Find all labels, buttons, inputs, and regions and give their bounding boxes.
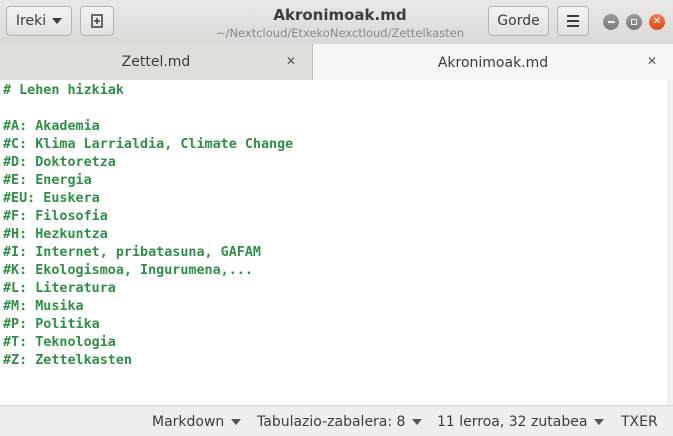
editor-line: #L: Literatura: [3, 281, 116, 296]
minimize-icon: [607, 21, 615, 23]
tab-bar: Zettel.md ✕ Akronimoak.md ✕: [0, 44, 673, 81]
new-document-button[interactable]: [80, 6, 114, 36]
tab-akronimoak[interactable]: Akronimoak.md ✕: [313, 44, 673, 81]
editor-line: #I: Internet, pribatasuna, GAFAM: [3, 245, 261, 260]
status-bar: Markdown Tabulazio-zabalera: 8 11 lerroa…: [0, 405, 673, 436]
editor-line: #F: Filosofia: [3, 209, 108, 224]
vertical-scrollbar[interactable]: [667, 80, 673, 405]
cursor-position-selector[interactable]: 11 lerroa, 32 zutabea: [437, 414, 605, 430]
close-icon: ✕: [652, 16, 662, 27]
window-title: Akronimoak.md: [273, 6, 407, 24]
tab-label: Akronimoak.md: [437, 54, 549, 71]
language-selector[interactable]: Markdown: [152, 414, 242, 430]
editor-line: #D: Doktoretza: [3, 155, 116, 170]
close-icon[interactable]: ✕: [286, 54, 296, 68]
insert-mode-indicator[interactable]: TXER: [621, 414, 658, 430]
tab-label: Zettel.md: [121, 54, 191, 70]
maximize-icon: [631, 19, 637, 25]
insert-mode-label: TXER: [621, 414, 658, 430]
chevron-down-icon: [231, 419, 242, 425]
open-button-label: Ireki: [15, 13, 47, 29]
new-document-icon: [91, 14, 103, 28]
editor-line: #C: Klima Larrialdia, Climate Change: [3, 137, 294, 152]
open-button[interactable]: Ireki: [6, 6, 72, 36]
close-window-button[interactable]: ✕: [649, 14, 665, 30]
editor-line: #K: Ekologismoa, Ingurumena,...: [3, 263, 253, 278]
window-subtitle: ~/Nextcloud/EtxekoNexctloud/Zettelkasten: [215, 26, 465, 40]
editor-line: #M: Musika: [3, 299, 84, 314]
chevron-down-icon: [412, 419, 423, 425]
tab-width-selector[interactable]: Tabulazio-zabalera: 8: [257, 414, 423, 430]
language-label: Markdown: [152, 414, 225, 430]
hamburger-icon: [567, 15, 579, 27]
maximize-button[interactable]: [626, 14, 642, 30]
header-bar: Ireki Akronimoak.md ~/Nextcloud/EtxekoNe…: [0, 0, 673, 45]
tab-width-label: Tabulazio-zabalera: 8: [257, 414, 406, 430]
editor-line: #T: Teknologia: [3, 335, 116, 350]
editor-lines: # Lehen hizkiak #A: Akademia #C: Klima L…: [3, 82, 293, 370]
text-editor[interactable]: # Lehen hizkiak #A: Akademia #C: Klima L…: [0, 80, 667, 405]
editor-line: #Z: Zettelkasten: [3, 353, 132, 368]
editor-line: #H: Hezkuntza: [3, 227, 108, 242]
close-icon[interactable]: ✕: [647, 54, 657, 68]
chevron-down-icon: [52, 18, 63, 24]
editor-line: #EU: Euskera: [3, 191, 100, 206]
menu-button[interactable]: [557, 6, 589, 36]
save-button[interactable]: Gorde: [488, 6, 549, 36]
title-block: Akronimoak.md ~/Nextcloud/EtxekoNexctlou…: [180, 6, 500, 40]
cursor-position-label: 11 lerroa, 32 zutabea: [437, 414, 588, 430]
editor-line: # Lehen hizkiak: [3, 83, 124, 98]
chevron-down-icon: [594, 419, 605, 425]
editor-line: #A: Akademia: [3, 119, 100, 134]
editor-line: #P: Politika: [3, 317, 100, 332]
editor-line: #E: Energia: [3, 173, 92, 188]
minimize-button[interactable]: [603, 14, 619, 30]
tab-zettel[interactable]: Zettel.md ✕: [0, 44, 313, 80]
